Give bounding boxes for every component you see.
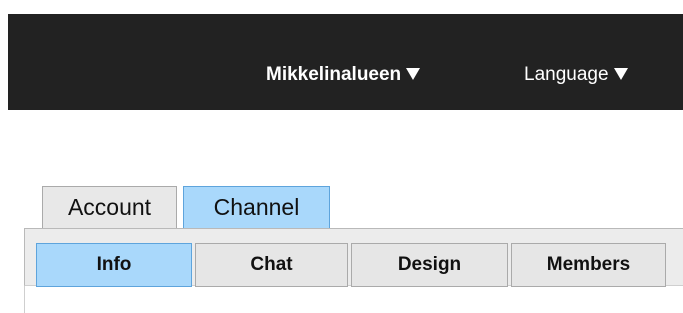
subtab-members-label: Members: [546, 254, 631, 275]
subtab-info[interactable]: Info: [36, 243, 192, 287]
caret-down-icon: [613, 68, 628, 80]
language-dropdown-label: Language: [524, 64, 609, 85]
account-dropdown[interactable]: Mikkelinalueen: [266, 64, 421, 86]
language-dropdown[interactable]: Language: [524, 64, 628, 86]
subtab-chat-label: Chat: [250, 254, 293, 275]
content-panel-border: [24, 286, 25, 313]
tab-channel[interactable]: Channel: [183, 186, 330, 228]
subtab-design-label: Design: [397, 254, 462, 275]
caret-down-icon: [406, 68, 421, 80]
tab-channel-label: Channel: [213, 194, 300, 220]
account-dropdown-label: Mikkelinalueen: [266, 64, 402, 85]
top-navigation-bar: Mikkelinalueen Language: [8, 14, 683, 110]
subtab-design[interactable]: Design: [351, 243, 508, 287]
tab-account-label: Account: [67, 194, 152, 220]
subtab-members[interactable]: Members: [511, 243, 666, 287]
tab-account[interactable]: Account: [42, 186, 177, 228]
subtab-info-label: Info: [96, 254, 132, 275]
subtab-chat[interactable]: Chat: [195, 243, 348, 287]
